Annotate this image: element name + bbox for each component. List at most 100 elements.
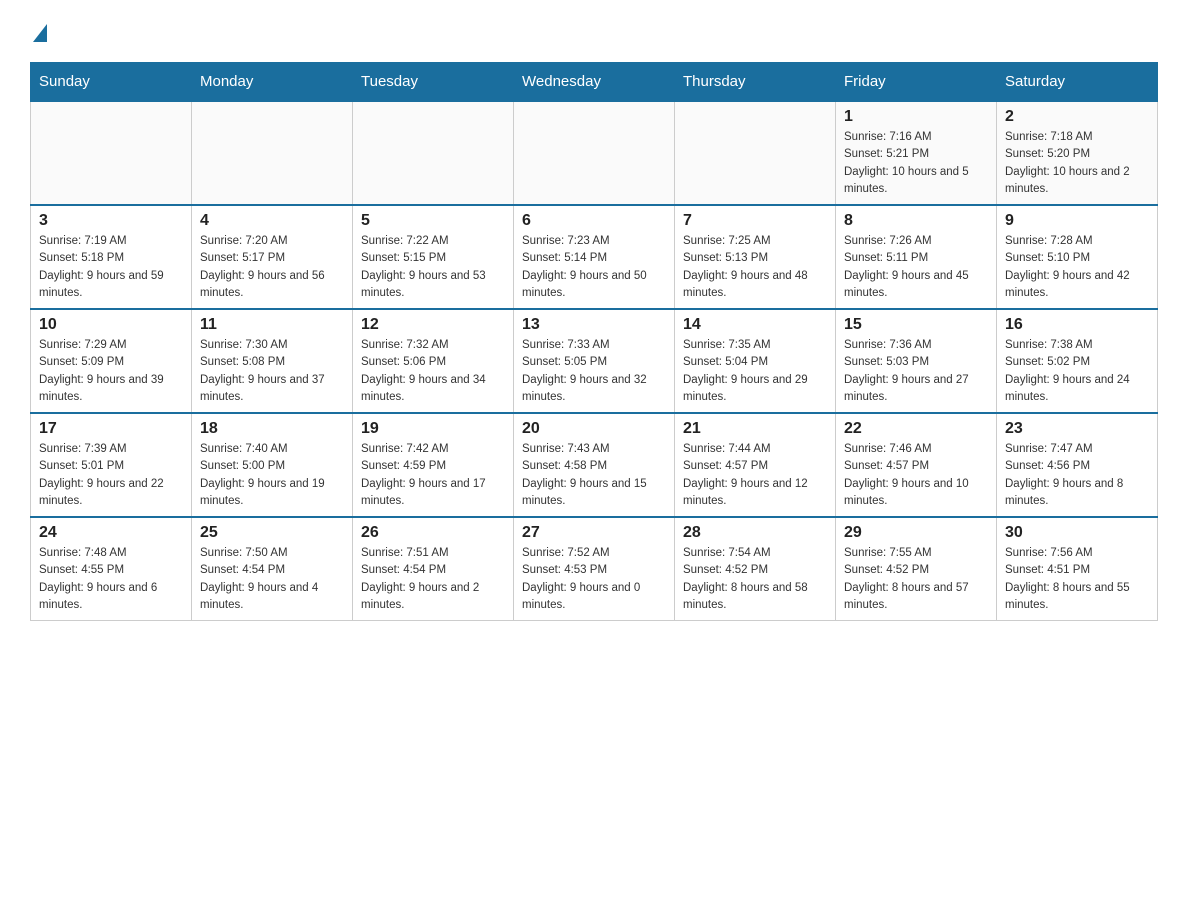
day-info: Sunrise: 7:54 AMSunset: 4:52 PMDaylight:… (683, 545, 827, 614)
calendar-cell: 29 Sunrise: 7:55 AMSunset: 4:52 PMDayligh… (836, 517, 997, 621)
day-info: Sunrise: 7:55 AMSunset: 4:52 PMDaylight:… (844, 545, 988, 614)
calendar-cell: 27 Sunrise: 7:52 AMSunset: 4:53 PMDayligh… (514, 517, 675, 621)
calendar-cell (192, 101, 353, 205)
calendar-cell: 22 Sunrise: 7:46 AMSunset: 4:57 PMDayligh… (836, 413, 997, 517)
calendar-cell (353, 101, 514, 205)
day-number: 6 (522, 212, 666, 230)
day-number: 8 (844, 212, 988, 230)
calendar-cell: 25 Sunrise: 7:50 AMSunset: 4:54 PMDayligh… (192, 517, 353, 621)
day-info: Sunrise: 7:50 AMSunset: 4:54 PMDaylight:… (200, 545, 344, 614)
day-info: Sunrise: 7:26 AMSunset: 5:11 PMDaylight:… (844, 233, 988, 302)
day-number: 13 (522, 316, 666, 334)
day-info: Sunrise: 7:22 AMSunset: 5:15 PMDaylight:… (361, 233, 505, 302)
day-number: 1 (844, 108, 988, 126)
calendar-table: SundayMondayTuesdayWednesdayThursdayFrid… (30, 62, 1158, 621)
day-info: Sunrise: 7:19 AMSunset: 5:18 PMDaylight:… (39, 233, 183, 302)
logo[interactable] (30, 20, 47, 42)
calendar-cell: 15 Sunrise: 7:36 AMSunset: 5:03 PMDayligh… (836, 309, 997, 413)
day-number: 23 (1005, 420, 1149, 438)
day-info: Sunrise: 7:20 AMSunset: 5:17 PMDaylight:… (200, 233, 344, 302)
weekday-header-sunday: Sunday (31, 63, 192, 102)
week-row-2: 3 Sunrise: 7:19 AMSunset: 5:18 PMDaylight… (31, 205, 1158, 309)
day-info: Sunrise: 7:36 AMSunset: 5:03 PMDaylight:… (844, 337, 988, 406)
day-number: 14 (683, 316, 827, 334)
day-info: Sunrise: 7:56 AMSunset: 4:51 PMDaylight:… (1005, 545, 1149, 614)
day-number: 19 (361, 420, 505, 438)
calendar-cell (514, 101, 675, 205)
day-number: 3 (39, 212, 183, 230)
day-info: Sunrise: 7:35 AMSunset: 5:04 PMDaylight:… (683, 337, 827, 406)
calendar-cell: 30 Sunrise: 7:56 AMSunset: 4:51 PMDayligh… (997, 517, 1158, 621)
calendar-cell: 26 Sunrise: 7:51 AMSunset: 4:54 PMDayligh… (353, 517, 514, 621)
week-row-3: 10 Sunrise: 7:29 AMSunset: 5:09 PMDayligh… (31, 309, 1158, 413)
day-number: 9 (1005, 212, 1149, 230)
day-number: 10 (39, 316, 183, 334)
calendar-cell: 21 Sunrise: 7:44 AMSunset: 4:57 PMDayligh… (675, 413, 836, 517)
weekday-header-thursday: Thursday (675, 63, 836, 102)
weekday-header-monday: Monday (192, 63, 353, 102)
day-number: 22 (844, 420, 988, 438)
calendar-cell: 9 Sunrise: 7:28 AMSunset: 5:10 PMDaylight… (997, 205, 1158, 309)
day-number: 21 (683, 420, 827, 438)
day-info: Sunrise: 7:25 AMSunset: 5:13 PMDaylight:… (683, 233, 827, 302)
calendar-cell: 10 Sunrise: 7:29 AMSunset: 5:09 PMDayligh… (31, 309, 192, 413)
day-info: Sunrise: 7:46 AMSunset: 4:57 PMDaylight:… (844, 441, 988, 510)
calendar-cell: 11 Sunrise: 7:30 AMSunset: 5:08 PMDayligh… (192, 309, 353, 413)
calendar-cell: 16Sunrise: 7:38 AMSunset: 5:02 PMDayligh… (997, 309, 1158, 413)
day-number: 25 (200, 524, 344, 542)
day-info: Sunrise: 7:52 AMSunset: 4:53 PMDaylight:… (522, 545, 666, 614)
day-info: Sunrise: 7:42 AMSunset: 4:59 PMDaylight:… (361, 441, 505, 510)
calendar-cell: 8 Sunrise: 7:26 AMSunset: 5:11 PMDaylight… (836, 205, 997, 309)
day-info: Sunrise: 7:48 AMSunset: 4:55 PMDaylight:… (39, 545, 183, 614)
calendar-cell: 12 Sunrise: 7:32 AMSunset: 5:06 PMDayligh… (353, 309, 514, 413)
day-info: Sunrise: 7:18 AMSunset: 5:20 PMDaylight:… (1005, 129, 1149, 198)
weekday-header-friday: Friday (836, 63, 997, 102)
calendar-cell: 3 Sunrise: 7:19 AMSunset: 5:18 PMDaylight… (31, 205, 192, 309)
day-info: Sunrise: 7:40 AMSunset: 5:00 PMDaylight:… (200, 441, 344, 510)
day-info: Sunrise: 7:38 AMSunset: 5:02 PMDaylight:… (1005, 337, 1149, 406)
day-number: 17 (39, 420, 183, 438)
day-number: 28 (683, 524, 827, 542)
day-number: 26 (361, 524, 505, 542)
calendar-cell (675, 101, 836, 205)
week-row-1: 1 Sunrise: 7:16 AMSunset: 5:21 PMDaylight… (31, 101, 1158, 205)
calendar-cell: 20 Sunrise: 7:43 AMSunset: 4:58 PMDayligh… (514, 413, 675, 517)
day-info: Sunrise: 7:29 AMSunset: 5:09 PMDaylight:… (39, 337, 183, 406)
day-info: Sunrise: 7:47 AMSunset: 4:56 PMDaylight:… (1005, 441, 1149, 510)
day-number: 12 (361, 316, 505, 334)
calendar-cell: 23 Sunrise: 7:47 AMSunset: 4:56 PMDayligh… (997, 413, 1158, 517)
calendar-cell: 13 Sunrise: 7:33 AMSunset: 5:05 PMDayligh… (514, 309, 675, 413)
day-number: 5 (361, 212, 505, 230)
day-info: Sunrise: 7:39 AMSunset: 5:01 PMDaylight:… (39, 441, 183, 510)
calendar-cell: 17 Sunrise: 7:39 AMSunset: 5:01 PMDayligh… (31, 413, 192, 517)
day-number: 20 (522, 420, 666, 438)
calendar-cell: 6 Sunrise: 7:23 AMSunset: 5:14 PMDaylight… (514, 205, 675, 309)
calendar-cell: 24Sunrise: 7:48 AMSunset: 4:55 PMDayligh… (31, 517, 192, 621)
calendar-cell: 18 Sunrise: 7:40 AMSunset: 5:00 PMDayligh… (192, 413, 353, 517)
logo-arrow-icon (33, 24, 47, 42)
weekday-header-row: SundayMondayTuesdayWednesdayThursdayFrid… (31, 63, 1158, 102)
calendar-cell: 4Sunrise: 7:20 AMSunset: 5:17 PMDaylight… (192, 205, 353, 309)
calendar-cell: 2Sunrise: 7:18 AMSunset: 5:20 PMDaylight… (997, 101, 1158, 205)
day-info: Sunrise: 7:32 AMSunset: 5:06 PMDaylight:… (361, 337, 505, 406)
day-info: Sunrise: 7:30 AMSunset: 5:08 PMDaylight:… (200, 337, 344, 406)
day-info: Sunrise: 7:28 AMSunset: 5:10 PMDaylight:… (1005, 233, 1149, 302)
day-number: 27 (522, 524, 666, 542)
day-number: 30 (1005, 524, 1149, 542)
day-number: 18 (200, 420, 344, 438)
calendar-cell (31, 101, 192, 205)
day-info: Sunrise: 7:16 AMSunset: 5:21 PMDaylight:… (844, 129, 988, 198)
day-number: 11 (200, 316, 344, 334)
day-info: Sunrise: 7:23 AMSunset: 5:14 PMDaylight:… (522, 233, 666, 302)
day-number: 7 (683, 212, 827, 230)
day-info: Sunrise: 7:44 AMSunset: 4:57 PMDaylight:… (683, 441, 827, 510)
day-number: 15 (844, 316, 988, 334)
day-info: Sunrise: 7:43 AMSunset: 4:58 PMDaylight:… (522, 441, 666, 510)
calendar-cell: 14 Sunrise: 7:35 AMSunset: 5:04 PMDayligh… (675, 309, 836, 413)
day-info: Sunrise: 7:51 AMSunset: 4:54 PMDaylight:… (361, 545, 505, 614)
week-row-5: 24Sunrise: 7:48 AMSunset: 4:55 PMDayligh… (31, 517, 1158, 621)
day-info: Sunrise: 7:33 AMSunset: 5:05 PMDaylight:… (522, 337, 666, 406)
day-number: 29 (844, 524, 988, 542)
calendar-cell: 5 Sunrise: 7:22 AMSunset: 5:15 PMDaylight… (353, 205, 514, 309)
weekday-header-saturday: Saturday (997, 63, 1158, 102)
